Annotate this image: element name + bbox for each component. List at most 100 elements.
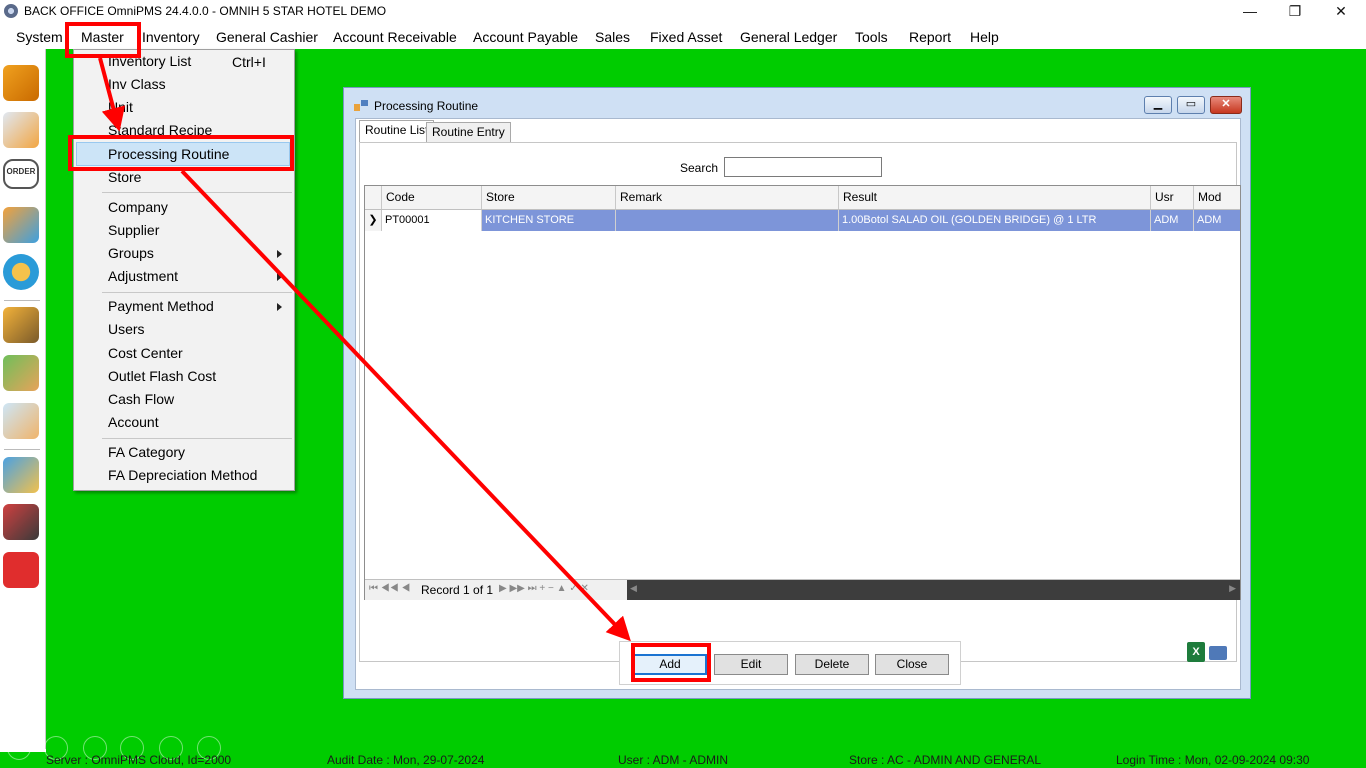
row-indicator-icon: ❯ — [365, 210, 382, 231]
menu-fixed-asset[interactable]: Fixed Asset — [650, 29, 722, 45]
status-store: Store : AC - ADMIN AND GENERAL — [849, 753, 1042, 767]
cell-result[interactable]: 1.00Botol SALAD OIL (GOLDEN BRIDGE) @ 1 … — [839, 210, 1151, 231]
ghost-back-icon — [7, 736, 31, 760]
window-title: BACK OFFICE OmniPMS 24.4.0.0 - OMNIH 5 S… — [24, 4, 387, 18]
dialog-title: Processing Routine — [374, 99, 479, 113]
horizontal-scrollbar[interactable]: ◀ ▶ — [627, 580, 1240, 600]
shopping-cart-icon[interactable] — [3, 207, 39, 243]
routine-list-panel: Search Code Store Remark Result Usr Mod … — [359, 142, 1241, 662]
menu-account-receivable[interactable]: Account Receivable — [333, 29, 457, 45]
menu-item-account[interactable]: Account — [108, 414, 159, 430]
menu-sales[interactable]: Sales — [595, 29, 630, 45]
cell-mod[interactable]: ADM — [1194, 210, 1240, 231]
dialog-grid-icon — [354, 100, 368, 111]
close-window-button[interactable]: ✕ — [1318, 0, 1364, 24]
menu-separator — [102, 438, 292, 439]
menu-general-ledger[interactable]: General Ledger — [740, 29, 837, 45]
menu-item-cash-flow[interactable]: Cash Flow — [108, 391, 174, 407]
menu-item-inv-class[interactable]: Inv Class — [108, 76, 166, 92]
menu-bar: System Master Inventory General Cashier … — [0, 24, 1366, 49]
menu-account-payable[interactable]: Account Payable — [473, 29, 578, 45]
toolbar-separator — [4, 300, 40, 301]
money-bag-icon[interactable] — [3, 307, 39, 343]
status-login-time: Login Time : Mon, 02-09-2024 09:30 — [1116, 753, 1310, 767]
menu-separator — [102, 192, 292, 193]
annotation-box-master — [65, 22, 141, 58]
menu-item-payment-method[interactable]: Payment Method — [108, 298, 214, 314]
search-input[interactable] — [724, 157, 882, 177]
exit-icon[interactable] — [3, 552, 39, 588]
master-menu-dropdown: Inventory List Ctrl+I Inv Class Unit Sta… — [73, 49, 295, 491]
grid-header: Code Store Remark Result Usr Mod — [365, 186, 1240, 210]
minimize-button[interactable]: — — [1227, 0, 1273, 24]
dialog-maximize-button[interactable]: ▭ — [1177, 96, 1205, 114]
exchange-cycle-icon[interactable] — [3, 254, 39, 290]
column-header-remark[interactable]: Remark — [616, 186, 839, 209]
column-header-usr[interactable]: Usr — [1151, 186, 1194, 209]
menu-general-cashier[interactable]: General Cashier — [216, 29, 318, 45]
submenu-arrow-icon — [277, 250, 282, 258]
dialog-body: Routine List Routine Entry Search Code S… — [355, 118, 1241, 690]
submenu-arrow-icon — [277, 273, 282, 281]
status-bar: Server : OmniPMS Cloud, Id=2000 Audit Da… — [0, 736, 1366, 768]
scroll-left-icon[interactable]: ◀ — [630, 583, 637, 594]
menu-item-fa-depreciation-method[interactable]: FA Depreciation Method — [108, 467, 257, 483]
submenu-arrow-icon — [277, 303, 282, 311]
hand-money-icon[interactable] — [3, 355, 39, 391]
menu-inventory[interactable]: Inventory — [142, 29, 200, 45]
delete-button[interactable]: Delete — [795, 654, 869, 675]
menu-tools[interactable]: Tools — [855, 29, 888, 45]
menu-item-supplier[interactable]: Supplier — [108, 222, 159, 238]
restore-button[interactable]: ❐ — [1272, 0, 1318, 24]
cell-remark[interactable] — [616, 210, 839, 231]
annotation-box-processing-routine — [68, 135, 294, 171]
report-chart-icon[interactable] — [3, 504, 39, 540]
order-icon[interactable]: ORDER — [3, 159, 39, 189]
edit-button[interactable]: Edit — [714, 654, 788, 675]
menu-item-company[interactable]: Company — [108, 199, 168, 215]
cell-code[interactable]: PT00001 — [382, 210, 482, 231]
nav-first-prev-buttons[interactable]: ⏮ ◀◀ ◀ — [369, 583, 410, 594]
grid-header-indicator — [365, 186, 382, 209]
tab-routine-entry[interactable]: Routine Entry — [426, 122, 511, 142]
status-server: Server : OmniPMS Cloud, Id=2000 — [46, 753, 232, 767]
cell-usr[interactable]: ADM — [1151, 210, 1194, 231]
checklist-clipboard-icon[interactable] — [3, 112, 39, 148]
column-header-mod[interactable]: Mod — [1194, 186, 1240, 209]
close-button[interactable]: Close — [875, 654, 949, 675]
search-label: Search — [680, 161, 719, 175]
menu-item-fa-category[interactable]: FA Category — [108, 444, 185, 460]
table-row[interactable]: ❯ PT00001 KITCHEN STORE 1.00Botol SALAD … — [365, 210, 1240, 231]
menu-item-groups[interactable]: Groups — [108, 245, 154, 261]
menu-help[interactable]: Help — [970, 29, 999, 45]
title-bar: BACK OFFICE OmniPMS 24.4.0.0 - OMNIH 5 S… — [0, 0, 1366, 24]
annotation-box-add — [631, 643, 711, 682]
column-header-code[interactable]: Code — [382, 186, 482, 209]
status-audit-date: Audit Date : Mon, 29-07-2024 — [327, 753, 485, 767]
toolbar-separator — [4, 449, 40, 450]
tab-routine-list[interactable]: Routine List — [359, 120, 435, 143]
menu-item-unit[interactable]: Unit — [108, 99, 133, 115]
menu-item-users[interactable]: Users — [108, 321, 145, 337]
app-logo-icon — [4, 4, 18, 18]
menu-item-cost-center[interactable]: Cost Center — [108, 345, 183, 361]
nav-next-last-buttons[interactable]: ▶ ▶▶ ⏭ + − ▲ ✓ ✕ — [499, 583, 589, 594]
menu-system[interactable]: System — [16, 29, 63, 45]
dialog-minimize-button[interactable]: ▁ — [1144, 96, 1172, 114]
menu-item-store[interactable]: Store — [108, 169, 141, 185]
menu-item-outlet-flash-cost[interactable]: Outlet Flash Cost — [108, 368, 216, 384]
print-icon[interactable] — [1209, 646, 1227, 660]
menu-report[interactable]: Report — [909, 29, 951, 45]
export-excel-icon[interactable]: X — [1187, 642, 1205, 662]
dialog-close-button[interactable]: ✕ — [1210, 96, 1242, 114]
record-navigator: ⏮ ◀◀ ◀ Record 1 of 1 ▶ ▶▶ ⏭ + − ▲ ✓ ✕ ◀ … — [365, 579, 1240, 600]
column-header-store[interactable]: Store — [482, 186, 616, 209]
inventory-boxes-icon[interactable] — [3, 65, 39, 101]
left-toolbar: ORDER — [0, 49, 46, 749]
mobile-touch-icon[interactable] — [3, 403, 39, 439]
cell-store[interactable]: KITCHEN STORE — [482, 210, 616, 231]
scroll-right-icon[interactable]: ▶ — [1229, 583, 1236, 594]
column-header-result[interactable]: Result — [839, 186, 1151, 209]
menu-item-adjustment[interactable]: Adjustment — [108, 268, 178, 284]
ledger-book-icon[interactable] — [3, 457, 39, 493]
